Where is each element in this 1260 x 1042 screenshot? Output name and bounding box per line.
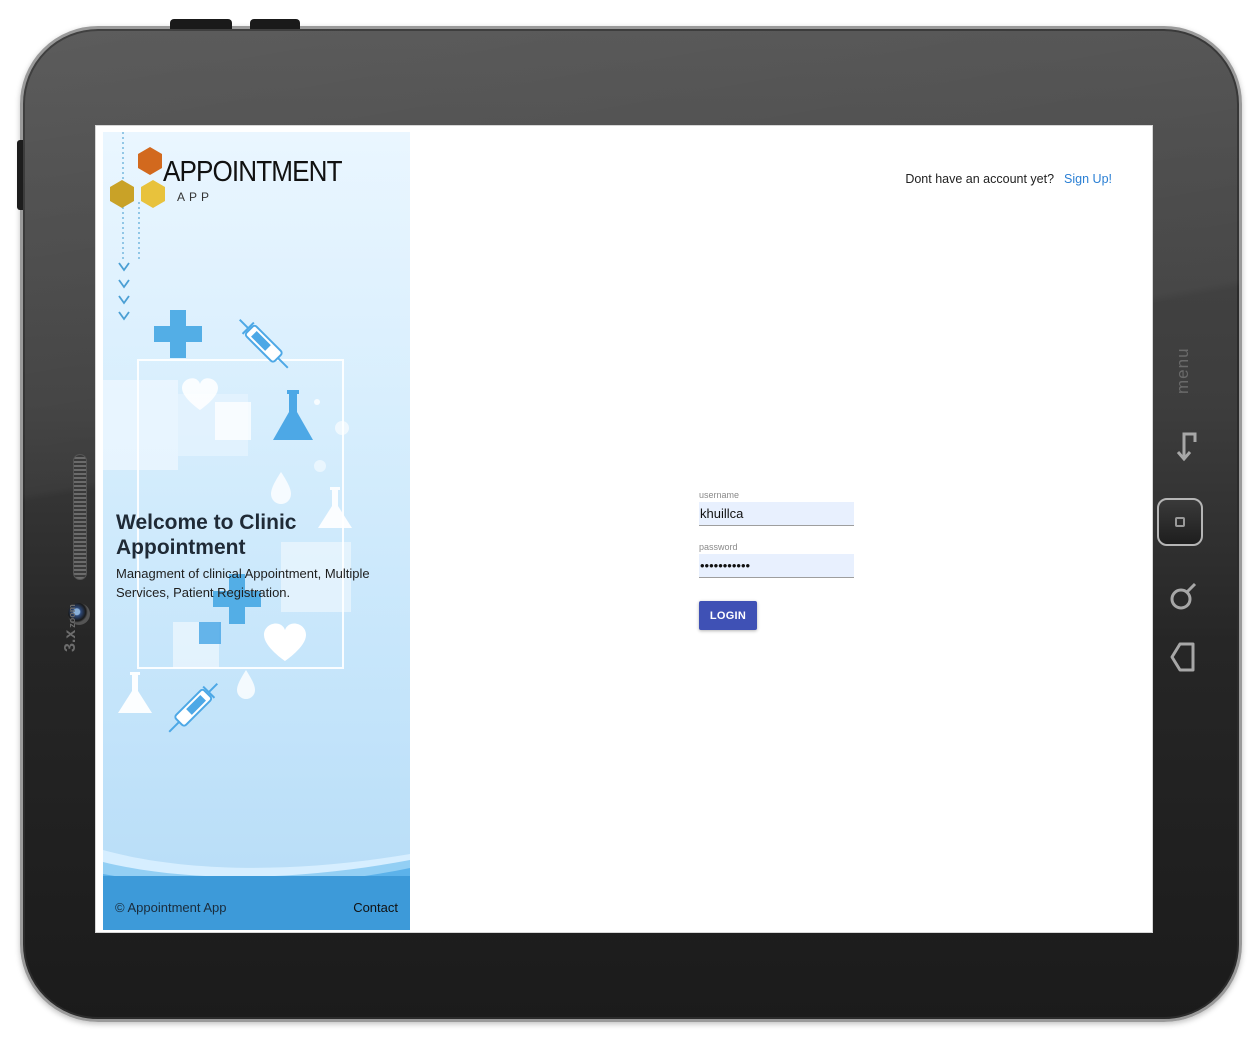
password-input[interactable] [699, 554, 854, 578]
username-input[interactable] [699, 502, 854, 526]
login-button[interactable]: LOGIN [699, 601, 757, 630]
power-button[interactable] [170, 19, 232, 29]
zoom-label-main: 3.x [62, 629, 79, 652]
back-icon[interactable] [1170, 428, 1198, 462]
logo-title: APPOINTMENT [163, 156, 343, 188]
copyright-text: © Appointment App [115, 900, 227, 915]
password-group: password [699, 542, 859, 578]
welcome-title: Welcome to Clinic Appointment [116, 511, 297, 559]
volume-button[interactable] [250, 19, 300, 29]
logo-subtitle: APP [177, 190, 214, 204]
zoom-label-sub: zoom [67, 604, 77, 628]
contact-link[interactable]: Contact [353, 900, 398, 915]
speaker-grille [73, 454, 87, 580]
home-icon [1175, 517, 1185, 527]
zoom-label: 3.xzoom [62, 604, 80, 652]
username-group: username [699, 490, 859, 526]
side-button[interactable] [17, 140, 23, 210]
signup-prompt: Dont have an account yet? [905, 172, 1055, 186]
sidebar-footer: © Appointment App Contact [103, 876, 410, 930]
password-label: password [699, 542, 738, 552]
sidebar-panel: APPOINTMENT APP Welcome to Clinic Appoin… [103, 132, 410, 930]
signup-link[interactable]: Sign Up! [1064, 172, 1112, 186]
home-button[interactable] [1157, 498, 1203, 546]
welcome-description: Managment of clinical Appointment, Multi… [116, 566, 370, 600]
app-screen: APPOINTMENT APP Welcome to Clinic Appoin… [95, 125, 1153, 933]
menu-label: menu [1173, 347, 1192, 394]
search-icon[interactable] [1168, 580, 1198, 612]
username-label: username [699, 490, 740, 500]
return-icon[interactable] [1168, 640, 1198, 674]
login-form: username password LOGIN [699, 490, 859, 630]
signup-prompt-row: Dont have an account yet? Sign Up! [905, 172, 1112, 186]
